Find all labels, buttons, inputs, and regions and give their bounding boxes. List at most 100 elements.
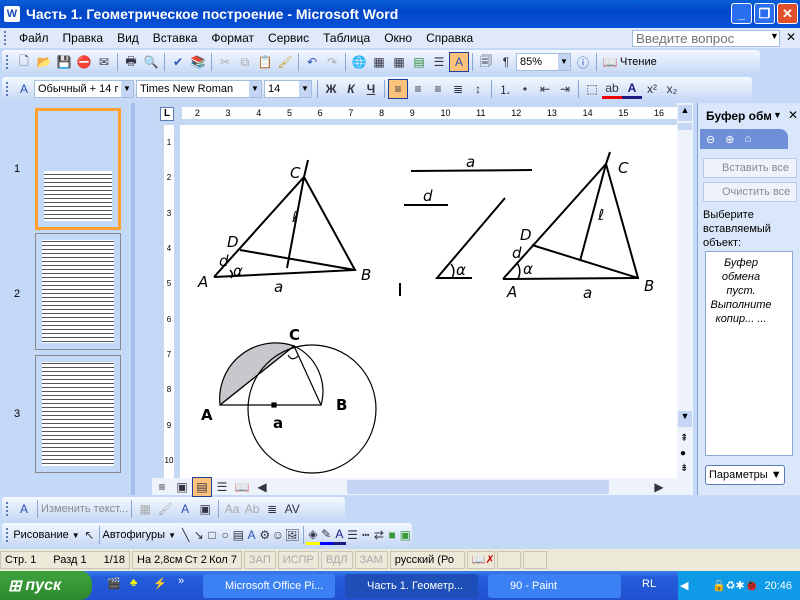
copy-icon[interactable]: ⧉ — [235, 52, 255, 72]
align-left-icon[interactable]: ≡ — [388, 79, 408, 99]
page-thumbnail-3[interactable] — [35, 355, 121, 473]
drawing-menu-button[interactable]: Рисование — [13, 529, 68, 541]
previous-page-icon[interactable]: ⇞ — [680, 433, 688, 444]
dash-style-icon[interactable]: ┅ — [359, 525, 372, 545]
quick-launch-media-icon[interactable]: 🎬 — [107, 577, 121, 590]
status-rec[interactable]: ЗАП — [244, 551, 276, 569]
styles-icon[interactable]: A — [14, 79, 34, 99]
redo-icon[interactable]: ↷ — [322, 52, 342, 72]
line-color-icon[interactable]: ✎ — [319, 525, 333, 545]
edit-text-button[interactable]: Изменить текст... — [41, 503, 128, 515]
fill-color-icon[interactable]: ◈ — [306, 525, 320, 545]
close-button[interactable]: ✕ — [777, 3, 798, 24]
clear-all-button[interactable]: Очистить все — [703, 182, 797, 202]
undo-icon[interactable]: ↶ — [302, 52, 322, 72]
highlight-icon[interactable]: ab — [602, 79, 622, 99]
insert-picture-icon[interactable]: 🖼 — [285, 525, 300, 545]
print-layout-icon[interactable]: ▤ — [192, 476, 212, 497]
ask-question-input[interactable] — [632, 30, 780, 47]
permission-icon[interactable]: ⛔ — [74, 52, 94, 72]
paste-all-button[interactable]: Вставить все — [703, 158, 797, 178]
tab-selector[interactable]: L — [160, 107, 174, 121]
font-color-icon[interactable]: A — [622, 79, 642, 99]
line-spacing-icon[interactable]: ↕ — [468, 79, 488, 99]
open-icon[interactable]: 📂 — [34, 52, 54, 72]
cut-icon[interactable]: ✂ — [215, 52, 235, 72]
research-icon[interactable]: 📚 — [188, 52, 208, 72]
document-page[interactable]: C ℓ D d α A a B a d α C ℓ D d α A a B C … — [180, 125, 677, 478]
same-letter-heights-icon[interactable]: Aa — [222, 499, 242, 519]
vertical-scrollbar[interactable]: ▲ ▼ ⇞ ● ⇟ — [677, 103, 693, 478]
scroll-down-button[interactable]: ▼ — [678, 411, 692, 427]
wordart-shape-icon[interactable]: A — [175, 499, 195, 519]
next-page-icon[interactable]: ⇟ — [680, 463, 688, 474]
clip-art-icon[interactable]: ☺ — [271, 525, 284, 545]
insert-wordart-icon[interactable]: A — [245, 525, 258, 545]
columns-icon[interactable]: ☰ — [429, 52, 449, 72]
insert-excel-icon[interactable]: ▤ — [409, 52, 429, 72]
menu-view[interactable]: Вид — [110, 31, 146, 45]
restore-button[interactable]: ❐ — [754, 3, 775, 24]
tray-icons[interactable]: 🔒♻✱🐞 — [712, 579, 758, 592]
status-trk[interactable]: ИСПР — [277, 551, 319, 569]
borders-icon[interactable]: ⬚ — [582, 79, 602, 99]
autoshapes-menu-button[interactable]: Автофигуры — [102, 529, 165, 541]
status-ext[interactable]: ВДЛ — [320, 551, 353, 569]
page-thumbnail-1[interactable] — [35, 108, 121, 230]
start-button[interactable]: ⊞ пуск — [0, 571, 92, 600]
ask-dropdown-icon[interactable]: ▼ — [770, 31, 779, 41]
increase-indent-icon[interactable]: ⇥ — [555, 79, 575, 99]
subscript-icon[interactable]: x₂ — [662, 79, 682, 99]
document-map-icon[interactable]: 🗐 — [476, 52, 496, 72]
3d-icon[interactable]: ▣ — [399, 525, 412, 545]
minimize-button[interactable]: _ — [731, 3, 752, 24]
text-wrapping-icon[interactable]: ▣ — [195, 499, 215, 519]
insert-wordart-icon[interactable]: A — [14, 499, 34, 519]
email-icon[interactable]: ✉ — [94, 52, 114, 72]
line-style-icon[interactable]: ☰ — [346, 525, 359, 545]
menu-edit[interactable]: Правка — [56, 31, 111, 45]
language-indicator[interactable]: RL — [642, 578, 656, 590]
horizontal-ruler[interactable]: L 2 3 4 5 6 7 8 9 10 11 12 13 14 15 16 — [152, 103, 677, 125]
clipboard-list[interactable]: Буфер обмена пуст. Выполните копир... ..… — [705, 251, 793, 456]
menu-format[interactable]: Формат — [204, 31, 261, 45]
font-color-icon[interactable]: A — [332, 525, 346, 545]
scroll-left-button[interactable]: ◀ — [252, 477, 272, 497]
new-icon[interactable]: 🗋 — [14, 52, 34, 72]
character-spacing-icon[interactable]: AV — [282, 499, 302, 519]
alignment-icon[interactable]: ≣ — [262, 499, 282, 519]
status-ovr[interactable]: ЗАМ — [354, 551, 388, 569]
spelling-icon[interactable]: ✔ — [168, 52, 188, 72]
menu-window[interactable]: Окно — [377, 31, 419, 45]
close-document-button[interactable]: ✕ — [786, 30, 796, 44]
toolbar-grip[interactable] — [6, 528, 9, 542]
bold-button[interactable]: Ж — [321, 79, 341, 99]
shadow-icon[interactable]: ■ — [386, 525, 399, 545]
vertical-ruler[interactable]: 1 2 3 4 5 6 7 8 9 10 — [160, 125, 178, 478]
text-box-icon[interactable]: ▤ — [232, 525, 245, 545]
reading-view-icon[interactable]: 📖 — [232, 477, 252, 497]
scroll-thumb[interactable] — [678, 123, 692, 130]
format-painter-icon[interactable]: 🖌 — [275, 52, 295, 72]
horizontal-scroll-thumb[interactable] — [347, 479, 609, 494]
task-pane-menu-icon[interactable]: ▼ — [773, 110, 782, 120]
vertical-text-icon[interactable]: Ab — [242, 499, 262, 519]
quick-launch-winamp-icon[interactable]: ⚡ — [153, 577, 167, 590]
toolbar-grip[interactable] — [6, 502, 10, 516]
menu-help[interactable]: Справка — [419, 31, 480, 45]
format-wordart-icon[interactable]: 🖌 — [155, 499, 175, 519]
tray-expand-icon[interactable]: ◀ — [680, 579, 688, 592]
home-icon[interactable]: ⌂ — [744, 133, 751, 145]
align-center-icon[interactable]: ≡ — [408, 79, 428, 99]
numbering-icon[interactable]: ⒈ — [495, 79, 515, 99]
options-button[interactable]: Параметры ▼ — [705, 465, 785, 485]
insert-table-icon[interactable]: ▦ — [389, 52, 409, 72]
print-icon[interactable]: 🖶 — [121, 52, 141, 72]
justify-icon[interactable]: ≣ — [448, 79, 468, 99]
toolbar-grip[interactable] — [6, 82, 10, 96]
back-icon[interactable]: ⊖ — [706, 133, 715, 146]
diagram-icon[interactable]: ⚙ — [258, 525, 271, 545]
italic-button[interactable]: К — [341, 79, 361, 99]
paste-icon[interactable]: 📋 — [255, 52, 275, 72]
menu-tools[interactable]: Сервис — [261, 31, 316, 45]
